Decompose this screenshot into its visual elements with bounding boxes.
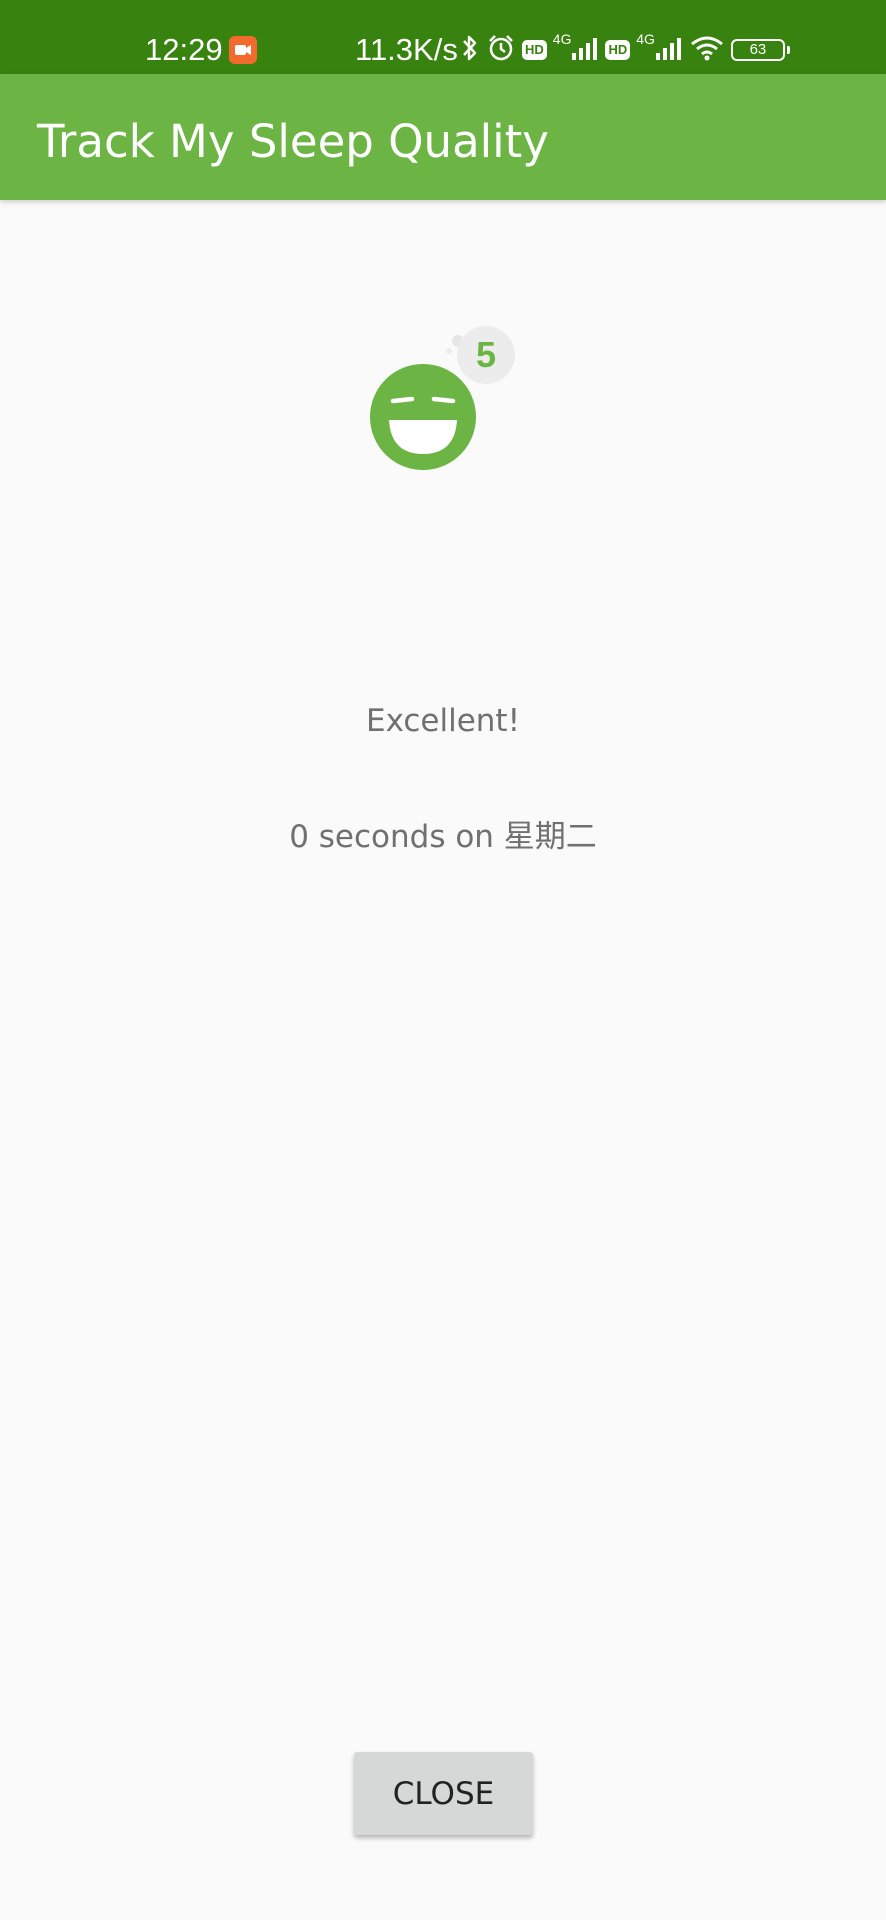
- app-title: Track My Sleep Quality: [37, 115, 549, 168]
- sleep-duration-text: 0 seconds on 星期二: [289, 819, 597, 855]
- bluetooth-icon: [460, 33, 480, 68]
- network-type-label: 4G: [552, 31, 572, 47]
- quality-label: Excellent!: [365, 703, 521, 739]
- close-button[interactable]: CLOSE: [354, 1752, 533, 1835]
- cellular-signal-icon: [571, 35, 599, 66]
- hd-icon: HD: [605, 40, 631, 60]
- cellular-signal-icon: [655, 35, 683, 66]
- laughing-face-icon: 5: [360, 320, 530, 480]
- app-bar: Track My Sleep Quality: [0, 74, 886, 200]
- quality-rating-badge: 5: [475, 334, 497, 375]
- alarm-icon: [486, 33, 516, 68]
- status-time: 12:29: [145, 32, 223, 67]
- network-speed: 11.3K/s: [355, 32, 458, 67]
- status-bar: 12:29 11.3K/s HD 4G HD 4G 63: [0, 0, 886, 74]
- battery-icon: 63: [730, 39, 790, 61]
- wifi-icon: [689, 34, 725, 67]
- screen-record-icon: [229, 36, 257, 64]
- network-type-label: 4G: [636, 31, 655, 47]
- hd-icon: HD: [522, 40, 547, 60]
